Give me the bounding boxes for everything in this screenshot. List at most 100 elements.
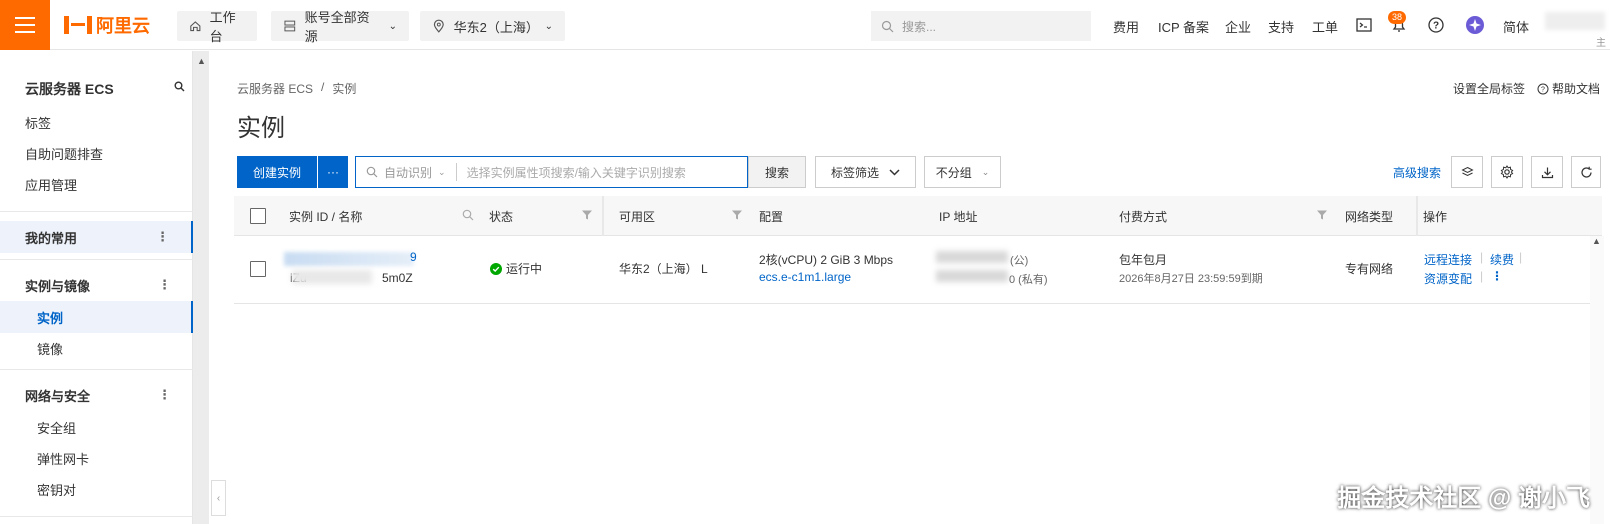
col-config: 配置 — [759, 210, 784, 224]
sidebar-item-tags[interactable]: 标签 — [25, 113, 51, 132]
sidebar-item-troubleshoot[interactable]: 自助问题排查 — [25, 144, 103, 163]
hamburger-menu-button[interactable] — [0, 0, 50, 50]
row-checkbox[interactable] — [250, 261, 266, 277]
global-search-input[interactable]: 搜索... — [871, 11, 1091, 41]
sidebar-scrollbar[interactable] — [193, 51, 209, 524]
help-circle-icon[interactable]: ? — [1427, 16, 1445, 34]
create-instance-button[interactable]: 创建实例 — [237, 156, 317, 188]
terminal-icon[interactable] — [1355, 16, 1373, 34]
sidebar-item-keypair[interactable]: 密钥对 — [37, 480, 76, 499]
instance-type-link[interactable]: ecs.e-c1m1.large — [759, 270, 851, 284]
scroll-up-arrow-icon[interactable]: ▲ — [197, 56, 206, 66]
filter-icon[interactable] — [581, 209, 593, 221]
layers-button[interactable] — [1451, 156, 1483, 188]
renew-link[interactable]: 续费 — [1490, 251, 1514, 268]
instance-search-input[interactable]: 自动识别 ⌄ 选择实例属性项搜索/输入关键字识别搜索 — [355, 156, 748, 188]
workbench-button[interactable]: 工作台 — [177, 10, 257, 44]
top-navigation-bar: 阿里云 工作台 账号全部资源 ⌄ 华东2（上海） ⌄ 搜索... 费用 ICP … — [0, 0, 1610, 50]
action-separator: | — [1480, 250, 1484, 264]
instance-name-suffix: 5m0Z — [382, 271, 413, 285]
page-title: 实例 — [237, 115, 285, 142]
advanced-search-link[interactable]: 高级搜索 — [1393, 164, 1441, 181]
refresh-button[interactable] — [1571, 156, 1601, 188]
ai-assistant-icon[interactable] — [1465, 15, 1485, 35]
sidebar-group-favorites[interactable]: 我的常用 ⋮ — [0, 221, 193, 253]
group-by-label: 不分组 — [935, 165, 972, 180]
col-instance-id: 实例 ID / 名称 — [289, 210, 363, 224]
sidebar-search-icon[interactable] — [174, 81, 185, 92]
chevron-down-icon: ⌄ — [981, 166, 990, 177]
col-actions: 操作 — [1423, 210, 1448, 224]
remote-connect-link[interactable]: 远程连接 — [1424, 251, 1472, 268]
breadcrumb-ecs[interactable]: 云服务器 ECS — [237, 80, 313, 97]
help-docs-link[interactable]: ? 帮助文档 — [1537, 80, 1600, 97]
sidebar-collapse-button[interactable]: ‹ — [211, 480, 226, 516]
more-vertical-icon[interactable]: ⋮ — [156, 229, 169, 245]
user-account-avatar[interactable] — [1545, 12, 1605, 30]
help-circle-icon: ? — [1537, 83, 1549, 94]
tag-filter-label: 标签筛选 — [830, 165, 879, 180]
nav-link-enterprise[interactable]: 企业 — [1225, 17, 1251, 36]
region-label: 华东2（上海） — [453, 19, 539, 35]
more-vertical-icon[interactable]: ⋮ — [158, 277, 171, 293]
resize-link[interactable]: 资源变配 — [1424, 270, 1472, 287]
sidebar-title: 云服务器 ECS — [25, 81, 114, 97]
settings-button[interactable] — [1491, 156, 1523, 188]
home-icon — [190, 21, 201, 32]
search-mode-dropdown[interactable]: 自动识别 ⌄ — [356, 163, 457, 181]
svg-text:?: ? — [1541, 86, 1545, 93]
nav-link-billing[interactable]: 费用 — [1113, 17, 1139, 36]
resource-scope-dropdown[interactable]: 账号全部资源 ⌄ — [271, 10, 409, 44]
search-button[interactable]: 搜索 — [748, 156, 806, 188]
create-more-button[interactable]: ··· — [318, 156, 348, 188]
region-dropdown[interactable]: 华东2（上海） ⌄ — [420, 11, 565, 41]
more-vertical-icon[interactable]: ⋮ — [158, 387, 171, 403]
sidebar-group-network-security[interactable]: 网络与安全 ⋮ — [0, 379, 193, 411]
table-scrollbar[interactable]: ▲ — [1590, 236, 1604, 524]
group-by-dropdown[interactable]: 不分组 ⌄ — [924, 156, 1001, 188]
sidebar-item-app-management[interactable]: 应用管理 — [25, 175, 77, 194]
search-placeholder: 选择实例属性项搜索/输入关键字识别搜索 — [466, 165, 686, 180]
sidebar-item-security-group[interactable]: 安全组 — [37, 418, 76, 437]
user-tag: 主 — [1596, 38, 1606, 49]
breadcrumb-separator: / — [321, 80, 325, 94]
nav-link-support[interactable]: 支持 — [1268, 17, 1294, 36]
sidebar-item-images[interactable]: 镜像 — [37, 339, 63, 358]
more-actions-icon[interactable]: ⋮ — [1491, 269, 1503, 283]
filter-icon[interactable] — [731, 209, 743, 221]
location-pin-icon — [433, 19, 444, 33]
gear-icon — [1500, 165, 1514, 179]
instance-id-link-redacted[interactable] — [284, 252, 414, 266]
select-all-checkbox[interactable] — [250, 208, 266, 224]
help-docs-label: 帮助文档 — [1551, 82, 1600, 96]
public-ip-suffix: (公) — [1010, 255, 1029, 267]
filter-icon[interactable] — [1316, 209, 1328, 221]
refresh-icon — [1580, 166, 1592, 178]
sidebar-divider — [0, 369, 193, 370]
svg-text:?: ? — [1433, 21, 1439, 32]
sidebar-item-eni[interactable]: 弹性网卡 — [37, 449, 89, 468]
instance-table-header: 实例 ID / 名称 状态 可用区 配置 IP 地址 付费方式 网络类型 操作 — [234, 196, 1602, 236]
global-tags-link[interactable]: 设置全局标签 — [1453, 80, 1525, 97]
aliyun-logo[interactable]: 阿里云 — [64, 14, 150, 36]
sidebar: 云服务器 ECS 标签 自助问题排查 应用管理 我的常用 ⋮ 实例与镜像 ⋮ 实… — [0, 51, 193, 524]
sidebar-active-highlight — [0, 301, 193, 333]
global-search-placeholder: 搜索... — [902, 19, 937, 34]
language-switch[interactable]: 简体 — [1503, 17, 1529, 36]
tag-filter-button[interactable]: 标签筛选 — [815, 156, 916, 188]
search-icon[interactable] — [462, 209, 474, 221]
download-button[interactable] — [1531, 156, 1563, 188]
resource-icon — [284, 20, 296, 32]
sidebar-divider — [0, 211, 193, 212]
scroll-up-arrow-icon[interactable]: ▲ — [1592, 236, 1601, 246]
action-separator: | — [1480, 269, 1484, 283]
nav-link-icp[interactable]: ICP 备案 — [1158, 17, 1209, 36]
sidebar-item-instances[interactable]: 实例 — [37, 308, 63, 327]
instance-name-redacted — [292, 270, 372, 284]
col-zone: 可用区 — [619, 210, 656, 224]
instance-id-end[interactable]: 9 — [410, 250, 417, 264]
nav-link-ticket[interactable]: 工单 — [1312, 17, 1338, 36]
sidebar-group-instances-images[interactable]: 实例与镜像 ⋮ — [0, 269, 193, 301]
download-icon — [1541, 167, 1553, 178]
sidebar-divider — [0, 259, 193, 260]
